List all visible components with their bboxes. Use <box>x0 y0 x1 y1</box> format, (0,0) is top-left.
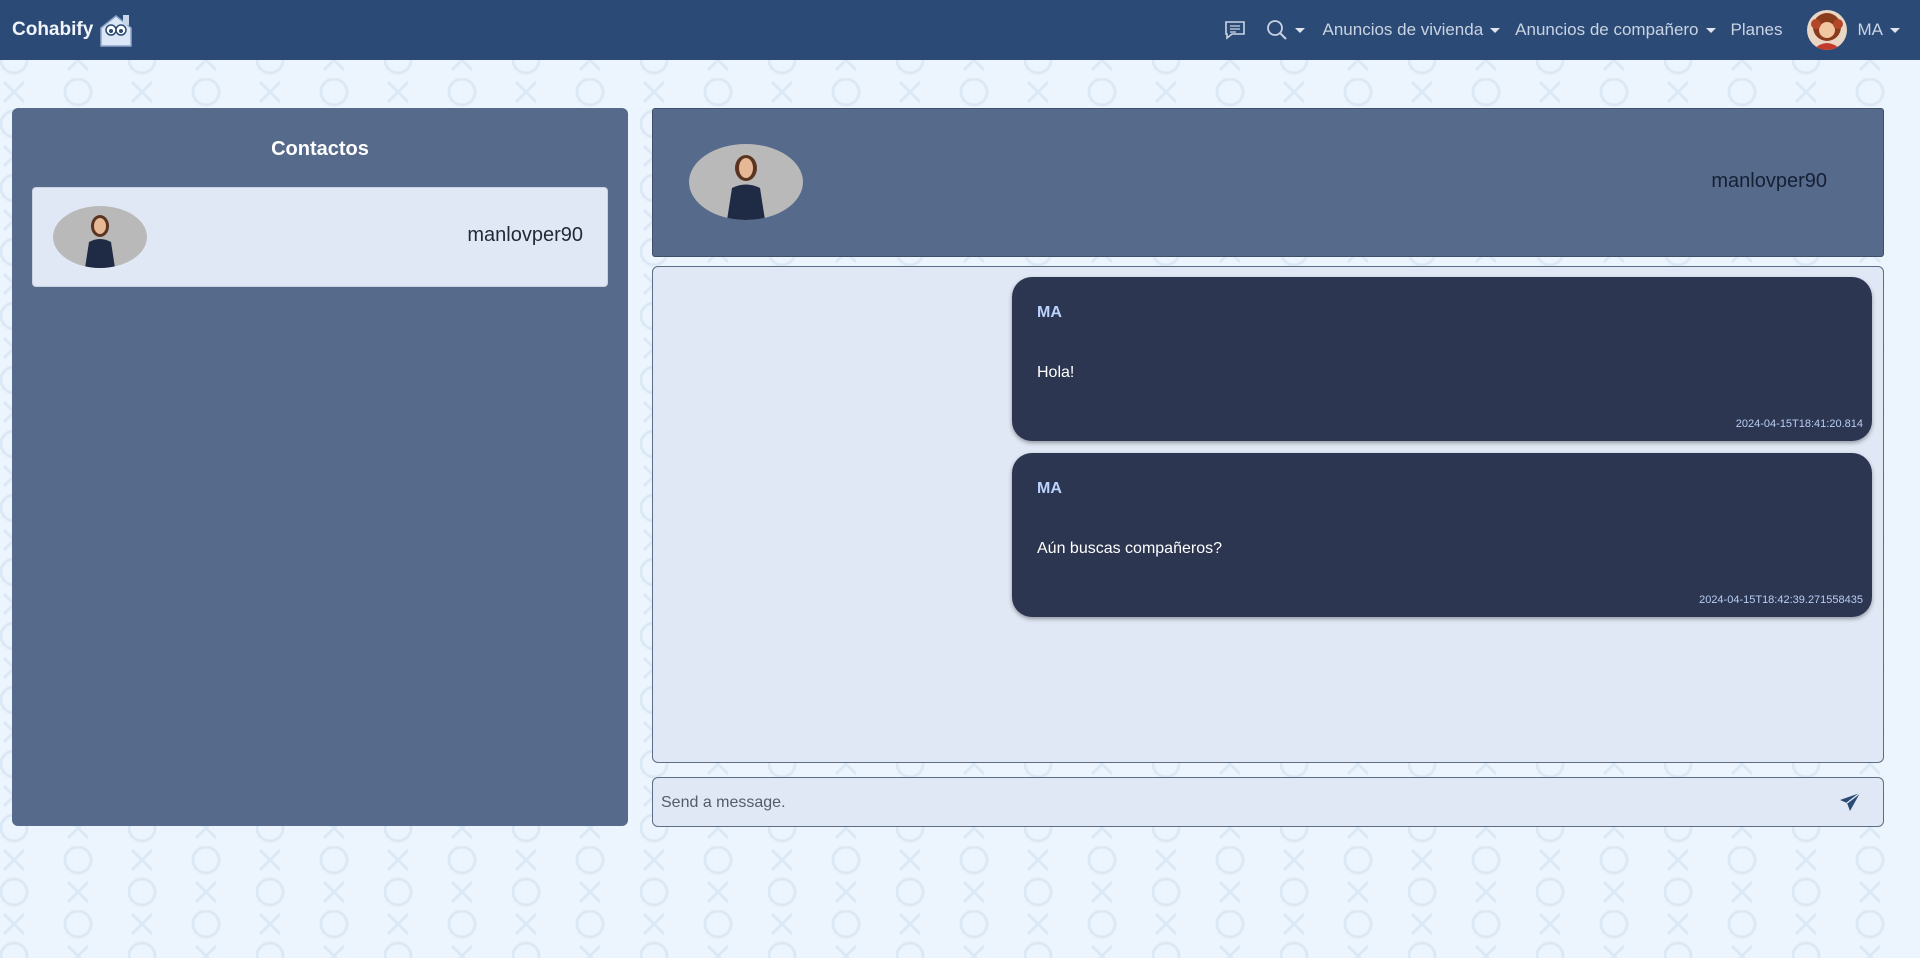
message-bubble: MA Hola! 2024-04-15T18:41:20.814 <box>1012 277 1872 441</box>
chevron-down-icon <box>1490 27 1501 33</box>
brand[interactable]: Cohabify <box>12 12 135 48</box>
nav-menu-label: Anuncios de vivienda <box>1322 20 1484 39</box>
message-sender: MA <box>1037 480 1062 497</box>
contact-avatar <box>53 206 147 268</box>
search-dropdown[interactable] <box>1266 19 1305 41</box>
chat-header: manlovper90 <box>652 108 1884 257</box>
house-logo-icon <box>100 15 133 47</box>
message-timestamp: 2024-04-15T18:42:39.271558435 <box>1699 594 1863 606</box>
user-menu[interactable]: MA <box>1806 10 1900 50</box>
avatar <box>1806 10 1847 50</box>
contact-item[interactable]: manlovper90 <box>32 187 608 287</box>
brand-name: Cohabify <box>12 19 94 40</box>
message-text: Aún buscas compañeros? <box>1037 540 1222 557</box>
message-timestamp: 2024-04-15T18:41:20.814 <box>1735 418 1863 430</box>
nav-menu-anuncios-vivienda[interactable]: Anuncios de vivienda <box>1323 20 1501 40</box>
message-text: Hola! <box>1037 364 1075 381</box>
nav-menu-label: Anuncios de compañero <box>1515 20 1699 39</box>
chat-partner-avatar <box>689 144 803 220</box>
contacts-panel: Contactos manlovper90 <box>12 108 628 826</box>
nav-menu-anuncios-companero[interactable]: Anuncios de compañero <box>1515 20 1716 40</box>
message-sender: MA <box>1037 304 1062 321</box>
message-input[interactable] <box>659 778 1803 828</box>
chevron-down-icon <box>1294 27 1305 33</box>
send-button[interactable] <box>1839 792 1861 812</box>
user-initials: MA <box>1857 20 1884 39</box>
navbar: Cohabify Anuncios de vivienda Anuncios d… <box>0 0 1920 60</box>
contact-username: manlovper90 <box>467 224 583 246</box>
contacts-title: Contactos <box>271 138 369 160</box>
send-icon <box>1840 792 1861 811</box>
search-icon <box>1266 20 1287 40</box>
message-composer <box>652 777 1884 828</box>
chevron-down-icon <box>1890 27 1900 33</box>
messages-container[interactable]: MA Hola! 2024-04-15T18:41:20.814 MA Aún … <box>652 266 1884 763</box>
chat-partner-username: manlovper90 <box>1711 170 1827 192</box>
chevron-down-icon <box>1705 27 1716 33</box>
nav-link-planes[interactable]: Planes <box>1731 20 1783 40</box>
nav-link-label: Planes <box>1730 20 1783 39</box>
message-bubble: MA Aún buscas compañeros? 2024-04-15T18:… <box>1012 453 1872 617</box>
nav-right-group: Anuncios de vivienda Anuncios de compañe… <box>1208 0 1900 60</box>
chat-icon[interactable] <box>1224 20 1246 40</box>
